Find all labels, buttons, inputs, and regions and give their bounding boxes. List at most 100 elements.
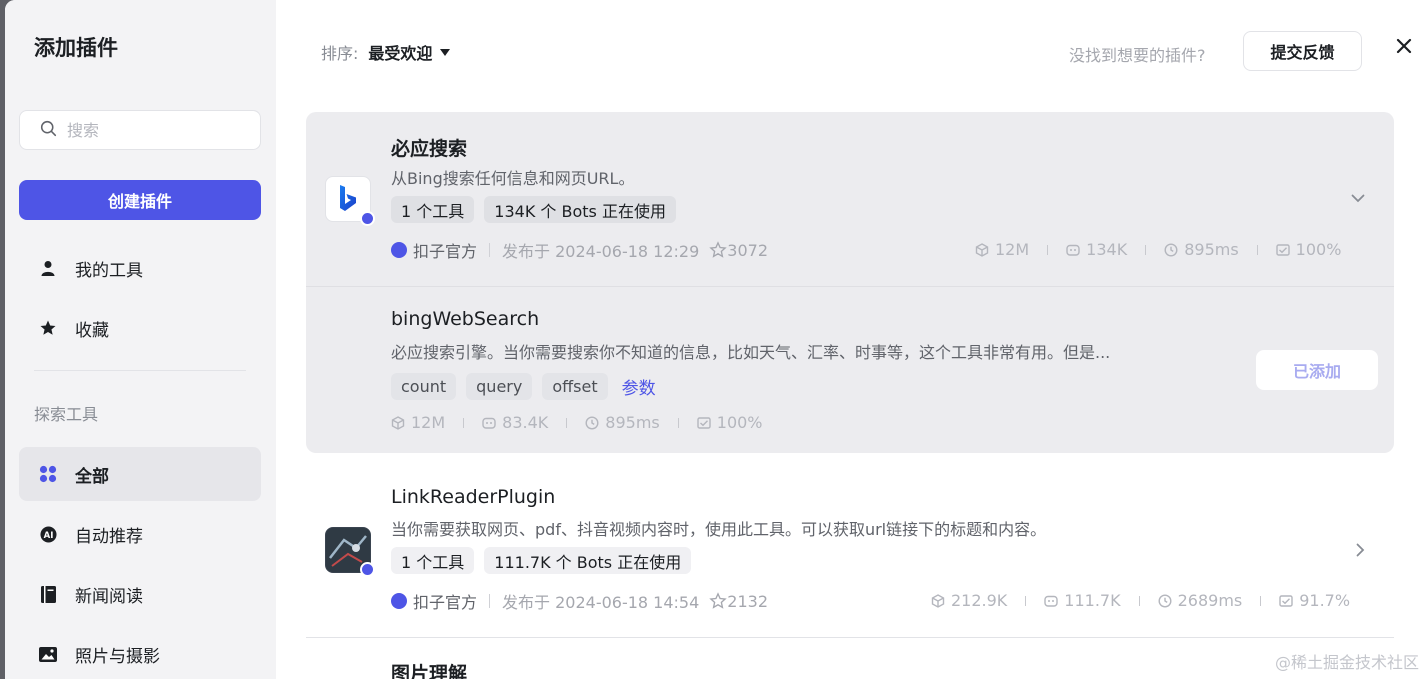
sidebar-item-label: 新闻阅读 [75,586,143,607]
plugin-meta: 扣子官方 发布于 2024-06-18 12:29 3072 [391,238,768,262]
sidebar-item-favorites[interactable]: 收藏 [19,301,261,355]
stat-separator [677,417,679,428]
sidebar-divider [34,370,246,371]
plugin-stats: 212.9K 111.7K 2689ms 91.7% [931,591,1350,610]
param-tag: query [466,373,533,400]
photo-icon [39,645,57,663]
official-badge-icon [360,562,375,577]
success-rate-icon [1279,594,1293,607]
chevron-right-icon[interactable] [1351,541,1369,559]
bots-value: 111.7K [1064,591,1121,610]
clock-icon [1164,242,1178,257]
sort-value: 最受欢迎 [368,44,433,63]
success-rate-icon [1275,243,1290,256]
calls-value: 212.9K [951,591,1008,610]
cube-icon [975,242,989,257]
publisher-label: 扣子官方 [413,242,478,261]
plugin-description: 从Bing搜索任何信息和网页URL。 [391,169,635,188]
sidebar-item-all[interactable]: 全部 [19,447,261,501]
grid-icon [39,465,57,483]
plugin-name: LinkReaderPlugin [391,486,556,508]
sidebar-item-auto-recommend[interactable]: AI 自动推荐 [19,507,261,561]
bing-logo [325,176,375,226]
calls-stat: 12M [391,413,445,432]
clock-icon [1158,593,1172,608]
book-icon [39,585,57,603]
ai-icon: AI [39,525,57,543]
close-icon[interactable] [1392,34,1416,58]
publish-date: 发布于 2024-06-18 14:54 [502,593,700,612]
watermark: @稀土掘金技术社区 [1274,653,1419,672]
star-count[interactable]: 2132 [709,592,768,611]
submit-feedback-button[interactable]: 提交反馈 [1243,31,1362,71]
svg-text:AI: AI [43,530,53,540]
create-plugin-button[interactable]: 创建插件 [19,180,261,220]
success-value: 91.7% [1299,591,1351,610]
stat-separator [566,417,568,428]
stat-separator [1260,595,1262,606]
bots-stat: 111.7K [1044,591,1121,610]
search-box[interactable] [19,110,261,150]
bots-value: 134K [1086,240,1128,259]
latency-stat: 895ms [1164,240,1239,259]
list-divider [306,637,1394,638]
plugin-tags: 1 个工具 111.7K 个 Bots 正在使用 [391,547,692,574]
added-button[interactable]: 已添加 [1256,350,1378,390]
star-count-value: 3072 [727,240,769,260]
star-count[interactable]: 3072 [709,241,768,260]
cube-icon [391,415,405,430]
star-count-value: 2132 [727,591,769,611]
bot-icon [1066,244,1080,256]
stat-separator [1025,595,1027,606]
search-input[interactable] [67,120,247,140]
stat-separator [1138,595,1140,606]
add-plugin-dialog: 添加插件 创建插件 我的工具 收藏 探索工具 全部 [5,0,1425,679]
not-found-hint: 没找到想要的插件? [1069,46,1206,65]
stat-separator [463,417,465,428]
stat-separator [1256,244,1258,255]
bot-usage-tag: 111.7K 个 Bots 正在使用 [484,547,692,574]
sidebar-item-label: 我的工具 [75,260,143,281]
success-rate-icon [697,416,711,429]
tool-params: count query offset 参数 [391,373,656,400]
calls-stat: 212.9K [931,591,1007,610]
success-stat: 91.7% [1279,591,1350,610]
sidebar-item-label: 照片与摄影 [75,646,160,667]
publisher: 扣子官方 [391,589,477,613]
sidebar-item-my-tools[interactable]: 我的工具 [19,241,261,295]
official-icon [391,242,407,258]
plugin-stats: 12M 134K 895ms 100% [975,240,1341,259]
chevron-down-icon[interactable] [1349,189,1367,207]
tool-count-tag: 1 个工具 [391,547,475,574]
sidebar-item-news[interactable]: 新闻阅读 [19,567,261,621]
dialog-title: 添加插件 [34,36,118,60]
plugin-name: 必应搜索 [391,138,468,160]
param-tag: count [391,373,457,400]
publisher: 扣子官方 [391,238,477,262]
tool-stats: 12M 83.4K 895ms 100% [391,413,763,432]
latency-value: 895ms [605,413,660,432]
bot-icon [1044,595,1058,607]
stat-separator [1145,244,1147,255]
sort-dropdown[interactable]: 排序: 最受欢迎 [321,40,451,64]
sidebar-item-photography[interactable]: 照片与摄影 [19,627,261,679]
sidebar-item-label: 全部 [75,466,109,487]
sidebar: 添加插件 创建插件 我的工具 收藏 探索工具 全部 [5,0,276,679]
success-stat: 100% [1275,240,1342,259]
publisher-label: 扣子官方 [413,593,478,612]
user-icon [39,259,57,277]
plugin-tags: 1 个工具 134K 个 Bots 正在使用 [391,196,676,223]
bot-icon [482,417,496,429]
bots-stat: 134K [1066,240,1127,259]
plugin-card-bing[interactable]: 必应搜索 从Bing搜索任何信息和网页URL。 1 个工具 134K 个 Bot… [306,112,1394,453]
bots-stat: 83.4K [482,413,548,432]
success-value: 100% [1295,240,1342,259]
star-outline-icon [709,592,728,609]
tool-name: bingWebSearch [391,308,540,330]
meta-separator [489,594,491,608]
latency-value: 895ms [1184,240,1239,259]
params-link[interactable]: 参数 [622,374,656,399]
clock-icon [585,415,599,430]
tool-count-tag: 1 个工具 [391,196,475,223]
meta-separator [489,243,491,257]
